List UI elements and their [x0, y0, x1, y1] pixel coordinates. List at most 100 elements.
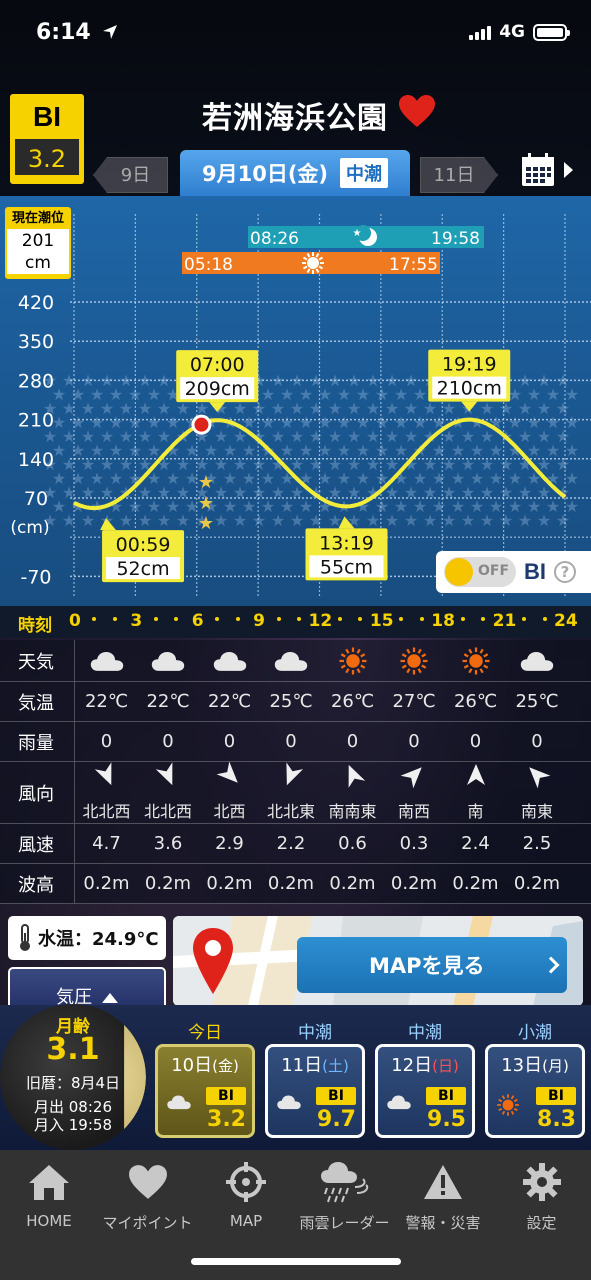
cloudy-icon: [166, 1093, 192, 1115]
weather-cell: 0.2m: [267, 873, 315, 894]
time-row-label: 時刻: [18, 616, 52, 636]
home-icon: [0, 1158, 98, 1206]
weather-cell: 0: [346, 731, 359, 752]
location-arrow-icon: [103, 25, 118, 39]
y-tick-label: 420: [18, 292, 54, 314]
svg-text:17:55: 17:55: [389, 255, 438, 275]
weather-cell: 27℃: [392, 691, 436, 712]
bi-toggle[interactable]: OFF BI ?: [436, 551, 591, 593]
day-card-tide-label: 今日: [188, 1023, 222, 1043]
time-dot: [174, 617, 179, 621]
time-dot: [481, 617, 486, 621]
favorite-heart-icon[interactable]: [398, 94, 436, 128]
calendar-icon[interactable]: [520, 152, 556, 188]
cloudy-icon: [261, 640, 322, 681]
tab-heart[interactable]: マイポイント: [99, 1158, 197, 1233]
day-card-date: 12日(日): [391, 1055, 459, 1076]
prev-day-tab[interactable]: 9日: [93, 157, 168, 193]
weather-cell: 3.6: [153, 833, 183, 854]
weather-cell: 0.2m: [513, 873, 561, 894]
weather-table: 天気 気温 22℃ 22℃ 22℃ 25℃ 26℃ 27℃ 26℃ 25℃ 雨量 0 0 0 0 0 0 0 0 風向…: [0, 640, 591, 904]
wind-direction-text: 北北東: [266, 802, 315, 821]
weather-cell: 2.5: [522, 833, 552, 854]
tab-rain-cloud[interactable]: 雨雲レーダー: [296, 1158, 394, 1233]
weather-cell: 0: [100, 731, 113, 752]
bi-yellow-stars: ★★★: [198, 472, 214, 534]
time-tick-label: 24: [554, 611, 578, 631]
forecast-day-card[interactable]: 11日(土) BI 9.7: [265, 1044, 365, 1138]
pressure-button[interactable]: 気圧: [8, 967, 166, 1008]
bi-toggle-label: BI: [524, 559, 546, 584]
view-map-button[interactable]: MAPを見る: [297, 937, 567, 993]
bi-toggle-switch[interactable]: OFF: [444, 557, 516, 587]
svg-text:05:18: 05:18: [184, 255, 233, 275]
weather-cell: 0.2m: [83, 873, 130, 894]
forecast-day-card[interactable]: 12日(日) BI 9.5: [375, 1044, 475, 1138]
current-date: 9月10日(金): [201, 162, 329, 186]
lunar-date: 旧暦：8月4日: [25, 1074, 121, 1092]
next-day-tab[interactable]: 11日: [420, 157, 498, 193]
svg-text:209cm: 209cm: [185, 378, 250, 400]
time-tick-label: 21: [492, 611, 517, 631]
weather-row-rain: 雨量 0 0 0 0 0 0 0 0: [0, 722, 591, 762]
weather-cell: 0.2m: [329, 873, 376, 894]
wind-direction-cell: 北北西: [76, 762, 137, 823]
weather-row-wind-dir: 風向 北北西 北北西 北西 北北東 南南東 南西南南東: [0, 761, 591, 824]
cloudy-icon: [386, 1093, 412, 1115]
chevron-right-icon: [542, 956, 560, 974]
sunny-icon: [384, 640, 445, 681]
day-card-bi-value: 3.2: [207, 1107, 246, 1132]
calendar-arrow-icon[interactable]: [564, 162, 573, 178]
chevron-up-icon: [101, 993, 118, 1003]
wind-arrow-icon: [342, 763, 365, 792]
time-dot: [112, 617, 117, 621]
svg-text:00:59: 00:59: [116, 534, 171, 556]
weather-cell: 0: [469, 731, 482, 752]
status-time: 6:14: [36, 20, 118, 45]
wind-direction-text: 北北西: [82, 802, 131, 821]
tide-chart-panel: ★ ★ ★ ★ ★ ★ ★ ★ ★ ★ ★ ★ ★ ★ ★ ★ ★ ★ ★ ★ ★ ★ ★ ★ ★ ★ ★ ★ ★ ★ ★ ★ ★ ★ ★ ★ ★ ★ ★ ★…: [0, 196, 591, 606]
tab-home[interactable]: HOME: [0, 1158, 98, 1230]
time-dot: [358, 617, 363, 621]
tab-gear[interactable]: 設定: [493, 1158, 591, 1233]
wind-direction-cell: 南南東: [322, 762, 383, 823]
current-tide-number: 201: [21, 231, 55, 251]
tab-label: 警報・災害: [405, 1214, 481, 1232]
day-card-bi-label: BI: [316, 1087, 356, 1105]
current-day-tab[interactable]: 9月10日(金) 中潮: [180, 150, 410, 196]
weather-cell: 22℃: [84, 691, 129, 712]
wind-arrow-icon: [465, 763, 487, 792]
wind-direction-text: 北北西: [143, 802, 192, 821]
bi-index-badge[interactable]: BI 3.2: [10, 94, 84, 184]
day-card-bi-label: BI: [536, 1087, 576, 1105]
warning-icon: [394, 1158, 492, 1206]
wind-arrow-icon: [400, 763, 425, 792]
current-tide-unit: cm: [25, 253, 51, 273]
y-tick-label: -70: [20, 566, 51, 588]
weather-row-sky: 天気: [0, 640, 591, 682]
time-dot: [542, 617, 547, 621]
wind-direction-text: 南: [467, 802, 484, 821]
help-icon[interactable]: ?: [554, 561, 576, 583]
cloudy-icon: [199, 640, 260, 681]
weather-cell: 25℃: [515, 691, 559, 712]
y-tick-label: 70: [24, 488, 48, 510]
time-dot: [337, 617, 342, 621]
weather-cell: 0: [162, 731, 174, 752]
tab-crosshair[interactable]: MAP: [197, 1158, 295, 1230]
day-card-bi-value: 9.7: [317, 1107, 356, 1132]
weather-cell: 0.6: [338, 833, 367, 854]
tide-type-tag: 中潮: [340, 158, 389, 188]
cloudy-icon: [138, 640, 199, 681]
y-tick-label: 350: [18, 331, 54, 353]
tab-warning[interactable]: 警報・災害: [394, 1158, 492, 1233]
time-dot: [153, 617, 158, 621]
tab-label: HOME: [26, 1212, 72, 1230]
forecast-day-card[interactable]: 13日(月) BI 8.3: [485, 1044, 585, 1138]
wind-direction-cell: 北西: [199, 761, 260, 823]
y-tick-label: 140: [18, 449, 54, 471]
forecast-day-card[interactable]: 10日(金) BI 3.2: [155, 1044, 255, 1138]
time-dot: [235, 617, 240, 621]
weather-row-header: 波高: [0, 864, 75, 903]
bi-label: BI: [33, 101, 61, 132]
